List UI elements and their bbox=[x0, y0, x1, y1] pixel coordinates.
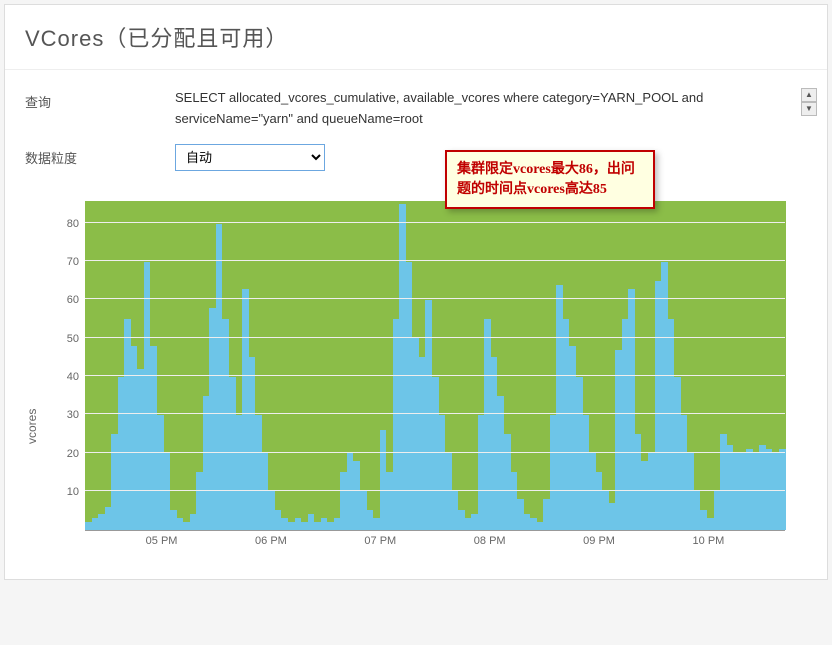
x-tick: 05 PM bbox=[146, 535, 178, 547]
y-tick: 10 bbox=[67, 486, 79, 498]
chart: vcores 10 20 30 40 50 60 70 80 bbox=[25, 201, 807, 531]
gridline bbox=[85, 452, 785, 453]
granularity-label: 数据粒度 bbox=[25, 144, 175, 167]
gridline bbox=[85, 413, 785, 414]
data-column bbox=[779, 201, 786, 530]
y-tick: 80 bbox=[67, 218, 79, 230]
y-tick: 70 bbox=[67, 256, 79, 268]
value-stepper: ▲ ▼ bbox=[801, 88, 817, 116]
panel-body: ▲ ▼ 查询 SELECT allocated_vcores_cumulativ… bbox=[5, 70, 827, 579]
annotation-callout: 集群限定vcores最大86，出问题的时间点vcores高达85 bbox=[445, 150, 655, 209]
x-tick: 08 PM bbox=[474, 535, 506, 547]
y-tick: 40 bbox=[67, 371, 79, 383]
y-tick: 60 bbox=[67, 294, 79, 306]
gridline bbox=[85, 222, 785, 223]
available-segment bbox=[779, 201, 786, 450]
y-tick: 20 bbox=[67, 448, 79, 460]
gridline bbox=[85, 337, 785, 338]
query-label: 查询 bbox=[25, 88, 175, 111]
x-axis: 05 PM 06 PM 07 PM 08 PM 09 PM 10 PM bbox=[85, 531, 785, 555]
stepper-up-button[interactable]: ▲ bbox=[801, 88, 817, 102]
granularity-select[interactable]: 自动 bbox=[175, 144, 325, 171]
y-axis-label: vcores bbox=[25, 201, 45, 531]
plot-area bbox=[85, 201, 785, 531]
gridline bbox=[85, 298, 785, 299]
y-axis: 10 20 30 40 50 60 70 80 bbox=[45, 201, 85, 531]
stepper-down-button[interactable]: ▼ bbox=[801, 102, 817, 116]
query-text: SELECT allocated_vcores_cumulative, avai… bbox=[175, 88, 807, 130]
panel-title: VCores（已分配且可用） bbox=[5, 5, 827, 70]
gridline bbox=[85, 260, 785, 261]
y-tick: 50 bbox=[67, 333, 79, 345]
y-tick: 30 bbox=[67, 409, 79, 421]
granularity-row: 数据粒度 自动 bbox=[25, 144, 807, 171]
query-row: 查询 SELECT allocated_vcores_cumulative, a… bbox=[25, 88, 807, 130]
x-tick: 10 PM bbox=[693, 535, 725, 547]
x-tick: 06 PM bbox=[255, 535, 287, 547]
vcores-panel: VCores（已分配且可用） ▲ ▼ 查询 SELECT allocated_v… bbox=[4, 4, 828, 580]
gridline bbox=[85, 490, 785, 491]
x-tick: 07 PM bbox=[364, 535, 396, 547]
x-tick: 09 PM bbox=[583, 535, 615, 547]
stacked-bars bbox=[85, 201, 785, 530]
gridline bbox=[85, 375, 785, 376]
